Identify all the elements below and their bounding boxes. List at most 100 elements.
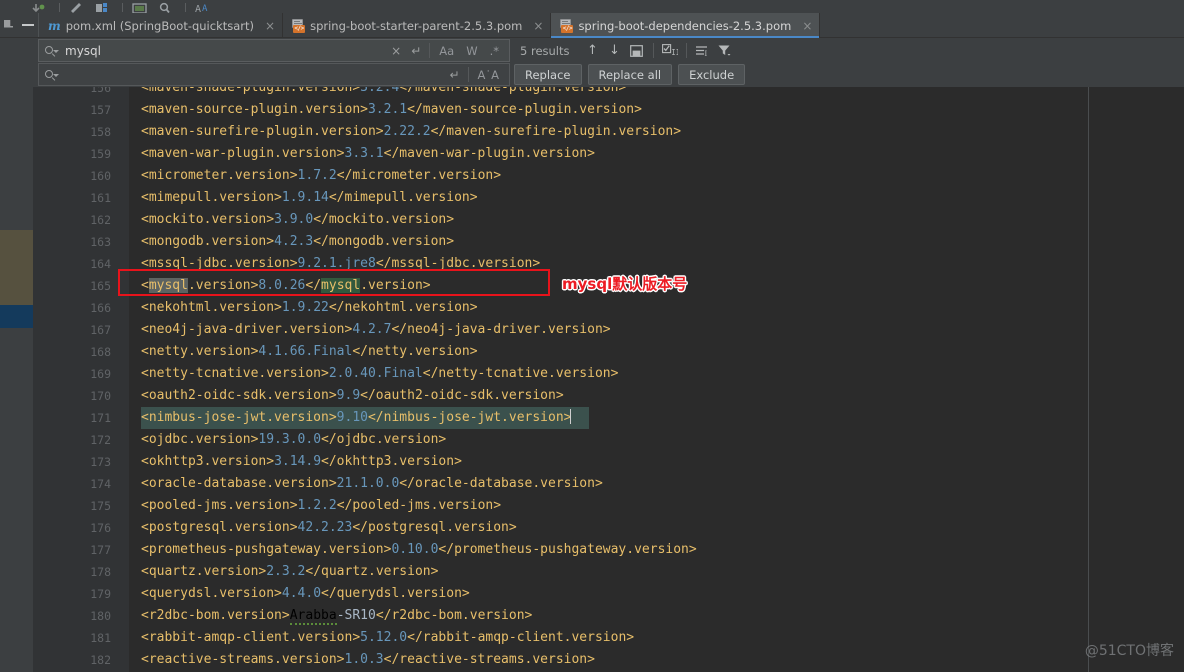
- xml-value: 4.4.0: [281, 586, 322, 601]
- xml-tag: <maven-war-plugin.version>: [141, 146, 345, 161]
- xml-value: 1.9.14: [281, 190, 329, 205]
- code-line[interactable]: <mongodb.version>4.2.3</mongodb.version>: [141, 231, 454, 253]
- pin-icon[interactable]: [4, 20, 13, 28]
- tab-label: spring-boot-dependencies-2.5.3.pom: [578, 18, 792, 33]
- code-line[interactable]: <okhttp3.version>3.14.9</okhttp3.version…: [141, 451, 462, 473]
- code-line[interactable]: <r2dbc-bom.version>Arabba-SR10</r2dbc-bo…: [141, 605, 532, 627]
- editor-marker-strip[interactable]: [0, 87, 33, 672]
- annotation-label: mysql默认版本号: [562, 275, 688, 293]
- code-line[interactable]: <quartz.version>2.3.2</quartz.version>: [141, 561, 438, 583]
- line-number: 167: [90, 323, 111, 337]
- clear-search-icon[interactable]: ×: [386, 45, 406, 57]
- minimize-icon[interactable]: [22, 24, 34, 26]
- replace-field-wrapper[interactable]: ↵ A˙A: [38, 63, 510, 86]
- filter-icon[interactable]: [714, 41, 736, 61]
- code-content[interactable]: <maven-shade-plugin.version>3.2.4</maven…: [129, 87, 1184, 672]
- code-line[interactable]: <querydsl.version>4.4.0</querydsl.versio…: [141, 583, 470, 605]
- xml-tag: </prometheus-pushgateway.version>: [438, 542, 697, 557]
- code-line[interactable]: <maven-war-plugin.version>3.3.1</maven-w…: [141, 143, 595, 165]
- line-number: 180: [90, 609, 111, 623]
- code-line[interactable]: <ojdbc.version>19.3.0.0</ojdbc.version>: [141, 429, 446, 451]
- search-everywhere-icon[interactable]: [154, 0, 180, 13]
- code-line[interactable]: <neo4j-java-driver.version>4.2.7</neo4j-…: [141, 319, 611, 341]
- exclude-button[interactable]: Exclude: [678, 64, 746, 85]
- code-line[interactable]: <pooled-jms.version>1.2.2</pooled-jms.ve…: [141, 495, 501, 517]
- project-structure-icon[interactable]: [91, 0, 117, 13]
- code-line[interactable]: <netty.version>4.1.66.Final</netty.versi…: [141, 341, 478, 363]
- code-line[interactable]: <maven-shade-plugin.version>3.2.4</maven…: [141, 87, 626, 99]
- line-number: 171: [90, 411, 111, 425]
- code-line[interactable]: <mimepull.version>1.9.14</mimepull.versi…: [141, 187, 478, 209]
- whole-words-toggle[interactable]: W: [460, 44, 483, 58]
- xml-tag: <oauth2-oidc-sdk.version>: [141, 388, 337, 403]
- xml-tag: </mimepull.version>: [328, 190, 478, 205]
- line-number: 176: [90, 521, 111, 535]
- code-line[interactable]: <mssql-jdbc.version>9.2.1.jre8</mssql-jd…: [141, 253, 540, 275]
- code-line[interactable]: <prometheus-pushgateway.version>0.10.0</…: [141, 539, 697, 561]
- code-line[interactable]: <nimbus-jose-jwt.version>9.10</nimbus-jo…: [141, 407, 572, 429]
- tab-spring-boot-dependencies[interactable]: </> spring-boot-dependencies-2.5.3.pom ×: [551, 13, 821, 38]
- find-in-selection-icon[interactable]: I: [692, 41, 714, 61]
- replace-all-button[interactable]: Replace all: [587, 64, 673, 85]
- find-row: × ↵ Aa W .*: [38, 39, 510, 62]
- tab-close-icon[interactable]: ×: [533, 20, 543, 32]
- code-line[interactable]: <rabbit-amqp-client.version>5.12.0</rabb…: [141, 627, 634, 649]
- code-line[interactable]: <oracle-database.version>21.1.0.0</oracl…: [141, 473, 603, 495]
- line-number-gutter: 156 157 158 159 160 161 162 163 164 165 166 167 168 1…: [33, 87, 129, 672]
- open-in-find-window-icon[interactable]: [626, 41, 648, 61]
- select-all-occurrences-icon[interactable]: II: [659, 41, 681, 61]
- search-input[interactable]: [63, 43, 387, 58]
- code-line[interactable]: <postgresql.version>42.2.23</postgresql.…: [141, 517, 517, 539]
- regex-toggle[interactable]: .*: [484, 44, 505, 58]
- replace-history-icon[interactable]: ↵: [444, 69, 464, 81]
- tab-close-icon[interactable]: ×: [265, 20, 275, 32]
- xml-tag: <okhttp3.version>: [141, 454, 275, 469]
- xml-tag: </neo4j-java-driver.version>: [391, 322, 611, 337]
- code-line[interactable]: <maven-surefire-plugin.version>2.22.2</m…: [141, 121, 681, 143]
- search-icon[interactable]: [43, 44, 59, 58]
- xml-tag: </oauth2-oidc-sdk.version>: [360, 388, 564, 403]
- preserve-case-toggle[interactable]: A˙A: [472, 68, 505, 82]
- tab-close-icon[interactable]: ×: [802, 20, 812, 32]
- code-line[interactable]: <mockito.version>3.9.0</mockito.version>: [141, 209, 454, 231]
- search-field-wrapper[interactable]: × ↵ Aa W .*: [38, 39, 510, 62]
- xml-tag: <quartz.version>: [141, 564, 267, 579]
- line-number: 173: [90, 455, 111, 469]
- code-line[interactable]: <maven-source-plugin.version>3.2.1</mave…: [141, 99, 642, 121]
- replace-button[interactable]: Replace: [514, 64, 582, 85]
- tab-spring-boot-starter-parent[interactable]: </> spring-boot-starter-parent-2.5.3.pom…: [283, 13, 552, 38]
- tab-pom-xml[interactable]: m pom.xml (SpringBoot-quicktsart) ×: [39, 13, 284, 38]
- xml-tag: </r2dbc-bom.version>: [375, 608, 533, 623]
- xml-value: 9.10: [336, 410, 368, 425]
- xml-value: 9.9: [336, 388, 361, 403]
- code-editor[interactable]: 156 157 158 159 160 161 162 163 164 165 166 167 168 1…: [0, 87, 1184, 672]
- match-case-toggle[interactable]: Aa: [433, 44, 460, 58]
- next-match-icon[interactable]: ↓: [604, 41, 626, 61]
- code-line[interactable]: <nekohtml.version>1.9.22</nekohtml.versi…: [141, 297, 478, 319]
- xml-value: 4.2.3: [274, 234, 314, 249]
- translate-icon[interactable]: AA: [191, 0, 217, 13]
- terminal-icon[interactable]: [128, 0, 154, 13]
- xml-value: 3.9.0: [274, 212, 314, 227]
- code-line[interactable]: <mysql.version>8.0.26</mysql.version>: [141, 275, 431, 297]
- code-line[interactable]: <netty-tcnative.version>2.0.40.Final</ne…: [141, 363, 618, 385]
- replace-input[interactable]: [63, 67, 445, 82]
- run-with-coverage-icon[interactable]: [28, 0, 54, 13]
- xml-tag: -SR10: [336, 608, 376, 623]
- line-number: 162: [90, 213, 111, 227]
- code-line[interactable]: <reactive-streams.version>1.0.3</reactiv…: [141, 649, 595, 671]
- build-icon[interactable]: [65, 0, 91, 13]
- svg-text:I: I: [705, 49, 708, 57]
- code-line[interactable]: <oauth2-oidc-sdk.version>9.9</oauth2-oid…: [141, 385, 564, 407]
- code-line[interactable]: <micrometer.version>1.7.2</micrometer.ve…: [141, 165, 501, 187]
- prev-match-icon[interactable]: ↑: [582, 41, 604, 61]
- find-results-toolbar: 5 results ↑ ↓ II I: [520, 39, 736, 62]
- xml-tag: </netty-tcnative.version>: [422, 366, 619, 381]
- search-history-icon[interactable]: ↵: [406, 45, 426, 57]
- xml-tag: <maven-source-plugin.version>: [141, 102, 368, 117]
- xml-tag: </netty.version>: [352, 344, 478, 359]
- line-number: 169: [90, 367, 111, 381]
- replace-search-icon[interactable]: [43, 68, 59, 82]
- line-number: 166: [90, 301, 111, 315]
- svg-text:II: II: [671, 48, 678, 57]
